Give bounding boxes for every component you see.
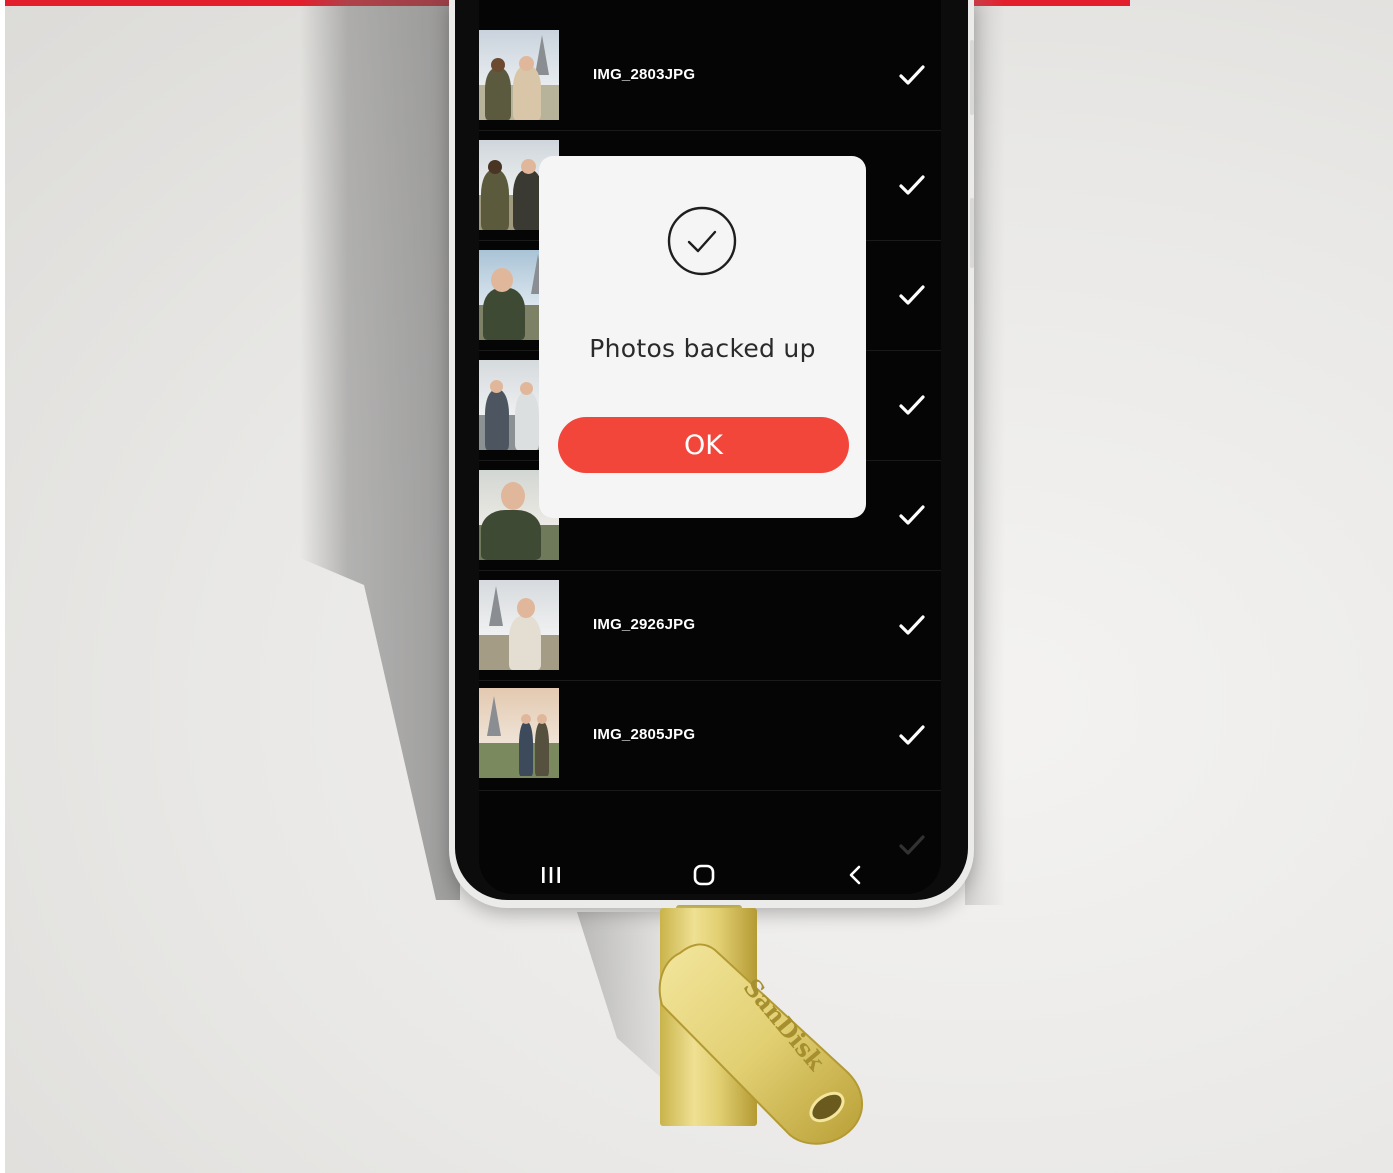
list-item[interactable]: IMG_2805JPG (479, 680, 941, 791)
list-item[interactable]: IMG_2926JPG (479, 570, 941, 681)
system-nav-bar (479, 855, 941, 891)
checkmark-icon (899, 505, 925, 525)
checkmark-icon (899, 65, 925, 85)
page-edge (0, 0, 5, 1173)
photo-thumbnail (479, 688, 559, 778)
photo-thumbnail (479, 30, 559, 120)
volume-button (970, 40, 974, 115)
home-icon[interactable] (692, 864, 716, 886)
power-button (970, 198, 974, 268)
file-name: IMG_2803JPG (593, 66, 696, 83)
back-icon[interactable] (846, 864, 866, 886)
checkmark-icon (899, 615, 925, 635)
checkmark-icon (899, 175, 925, 195)
check-circle-icon (667, 206, 737, 276)
checkmark-icon (899, 395, 925, 415)
photo-thumbnail (479, 580, 559, 670)
recents-icon[interactable] (539, 865, 563, 885)
ok-button[interactable]: OK (558, 417, 849, 473)
list-item[interactable]: IMG_2803JPG (479, 20, 941, 131)
checkmark-icon (899, 285, 925, 305)
backup-complete-dialog: Photos backed up OK (539, 156, 866, 518)
checkmark-icon (899, 725, 925, 745)
phone-shadow (300, 0, 460, 900)
dialog-message: Photos backed up (589, 334, 816, 363)
file-name: IMG_2805JPG (593, 726, 696, 743)
usb-swivel-cap: SanDisk (658, 943, 863, 1145)
